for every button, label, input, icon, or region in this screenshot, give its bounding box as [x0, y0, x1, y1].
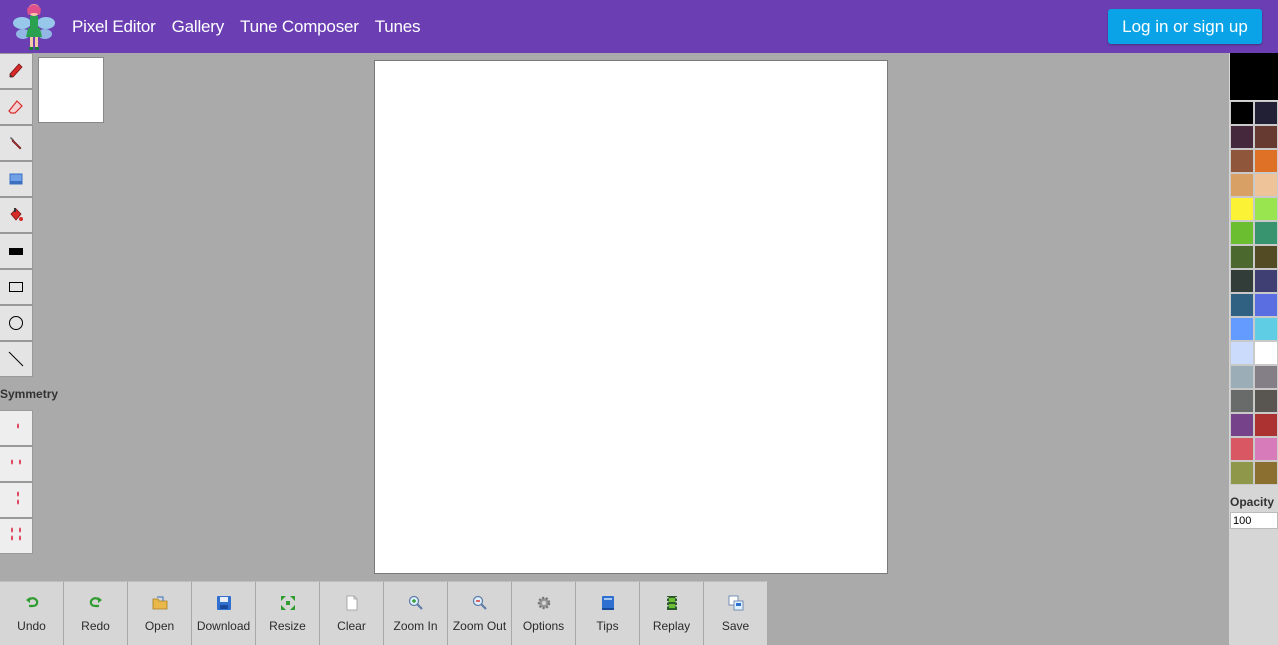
pixel-editor-app: Pixel Editor Gallery Tune Composer Tunes… [0, 0, 1278, 645]
symmetry-vertical-button[interactable] [0, 482, 33, 518]
line-icon [8, 351, 24, 367]
options-button[interactable]: Options [512, 581, 576, 645]
color-swatch[interactable] [1230, 293, 1254, 317]
color-swatch[interactable] [1230, 269, 1254, 293]
color-swatch[interactable] [1254, 149, 1278, 173]
opacity-label: Opacity [1230, 495, 1275, 509]
clear-button[interactable]: Clear [320, 581, 384, 645]
gear-icon [537, 596, 550, 610]
color-swatch[interactable] [1230, 413, 1254, 437]
fairy-logo-icon[interactable] [12, 1, 56, 51]
sprite-preview [38, 57, 104, 123]
color-swatch[interactable] [1230, 173, 1254, 197]
color-swatch[interactable] [1254, 269, 1278, 293]
tool-circle[interactable] [0, 305, 33, 341]
tool-line[interactable] [0, 341, 33, 377]
open-button[interactable]: Open [128, 581, 192, 645]
tool-fill[interactable] [0, 197, 33, 233]
zoom-out-icon [472, 595, 487, 610]
floppy-disk-icon [216, 596, 231, 610]
filled-rectangle-icon [8, 243, 24, 259]
tool-select[interactable] [0, 161, 33, 197]
tool-pencil[interactable] [0, 53, 33, 89]
color-swatch[interactable] [1230, 197, 1254, 221]
color-swatch[interactable] [1230, 221, 1254, 245]
color-swatch[interactable] [1254, 389, 1278, 413]
nav-gallery[interactable]: Gallery [172, 17, 225, 37]
color-swatch[interactable] [1230, 317, 1254, 341]
symmetry-vertical-icon [8, 490, 24, 511]
nav-tunes[interactable]: Tunes [375, 17, 421, 37]
color-swatch[interactable] [1254, 317, 1278, 341]
blank-page-icon [346, 595, 357, 611]
color-swatch[interactable] [1230, 341, 1254, 365]
color-swatch[interactable] [1230, 125, 1254, 149]
symmetry-horizontal-button[interactable] [0, 446, 33, 482]
eyedropper-icon [8, 135, 24, 151]
redo-icon [89, 597, 102, 608]
color-swatch-grid [1230, 101, 1278, 485]
replay-button[interactable]: Replay [640, 581, 704, 645]
undo-icon [25, 597, 38, 608]
zoom-in-button[interactable]: Zoom In [384, 581, 448, 645]
color-swatch[interactable] [1254, 341, 1278, 365]
top-navigation-bar: Pixel Editor Gallery Tune Composer Tunes… [0, 0, 1278, 53]
folder-open-icon [152, 596, 167, 610]
tool-eraser[interactable] [0, 89, 33, 125]
zoom-out-button[interactable]: Zoom Out [448, 581, 512, 645]
film-strip-icon [666, 596, 677, 610]
tool-rectangle[interactable] [0, 269, 33, 305]
color-swatch[interactable] [1254, 197, 1278, 221]
color-swatch[interactable] [1230, 245, 1254, 269]
color-swatch[interactable] [1254, 221, 1278, 245]
save-copy-icon [728, 595, 743, 611]
redo-button[interactable]: Redo [64, 581, 128, 645]
save-button[interactable]: Save [704, 581, 768, 645]
bottom-toolbar: Undo Redo Open Download Resize Clear Zoo… [0, 581, 768, 645]
fill-bucket-icon [8, 207, 24, 223]
symmetry-label: Symmetry [0, 387, 59, 401]
eraser-icon [8, 99, 24, 115]
color-swatch[interactable] [1254, 245, 1278, 269]
rectangle-icon [8, 279, 24, 295]
color-swatch[interactable] [1230, 101, 1254, 125]
book-icon [601, 596, 614, 610]
color-swatch[interactable] [1254, 101, 1278, 125]
symmetry-none-button[interactable] [0, 410, 33, 446]
opacity-input[interactable] [1230, 512, 1278, 529]
tool-filled-rectangle[interactable] [0, 233, 33, 269]
resize-button[interactable]: Resize [256, 581, 320, 645]
color-swatch[interactable] [1230, 389, 1254, 413]
tips-button[interactable]: Tips [576, 581, 640, 645]
nav-tune-composer[interactable]: Tune Composer [240, 17, 359, 37]
download-button[interactable]: Download [192, 581, 256, 645]
color-swatch[interactable] [1254, 173, 1278, 197]
color-swatch[interactable] [1230, 461, 1254, 485]
zoom-in-icon [408, 595, 423, 610]
symmetry-quad-icon [8, 526, 24, 547]
symmetry-horizontal-icon [8, 454, 24, 475]
color-swatch[interactable] [1254, 125, 1278, 149]
tool-eyedropper[interactable] [0, 125, 33, 161]
symmetry-both-button[interactable] [0, 518, 33, 554]
login-signup-button[interactable]: Log in or sign up [1108, 9, 1262, 44]
pencil-icon [8, 63, 24, 79]
color-swatch[interactable] [1254, 365, 1278, 389]
color-swatch[interactable] [1254, 293, 1278, 317]
drawing-canvas[interactable] [374, 60, 888, 574]
color-swatch[interactable] [1254, 461, 1278, 485]
color-swatch[interactable] [1254, 437, 1278, 461]
symmetry-single-icon [8, 418, 24, 439]
nav-pixel-editor[interactable]: Pixel Editor [72, 17, 156, 37]
current-color-swatch[interactable] [1230, 53, 1278, 100]
circle-icon [8, 315, 24, 331]
resize-arrows-icon [280, 596, 295, 610]
color-swatch[interactable] [1230, 149, 1254, 173]
color-swatch[interactable] [1230, 365, 1254, 389]
undo-button[interactable]: Undo [0, 581, 64, 645]
color-swatch[interactable] [1230, 437, 1254, 461]
main-nav: Pixel Editor Gallery Tune Composer Tunes [72, 0, 436, 53]
select-icon [8, 171, 24, 187]
color-swatch[interactable] [1254, 413, 1278, 437]
